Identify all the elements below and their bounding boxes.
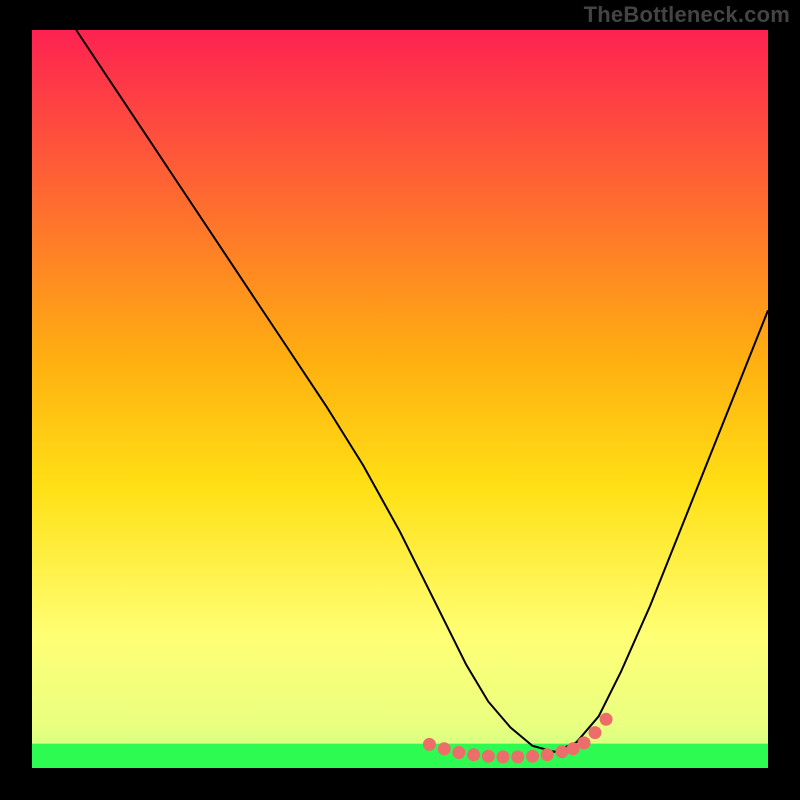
dot [589, 726, 602, 739]
dot [467, 748, 480, 761]
dot [452, 746, 465, 759]
dot [497, 750, 510, 763]
chart-stage: { "watermark": "TheBottleneck.com", "col… [0, 0, 800, 800]
dot [526, 750, 539, 763]
dot [482, 750, 495, 763]
dot [511, 750, 524, 763]
dot [555, 745, 568, 758]
watermark: TheBottleneck.com [584, 2, 790, 28]
dot [438, 742, 451, 755]
dot [600, 713, 613, 726]
dot [423, 738, 436, 751]
green-band [32, 744, 768, 768]
plot-background [32, 30, 768, 768]
chart-svg [0, 0, 800, 800]
dot [578, 736, 591, 749]
dot [541, 748, 554, 761]
dot [567, 742, 580, 755]
